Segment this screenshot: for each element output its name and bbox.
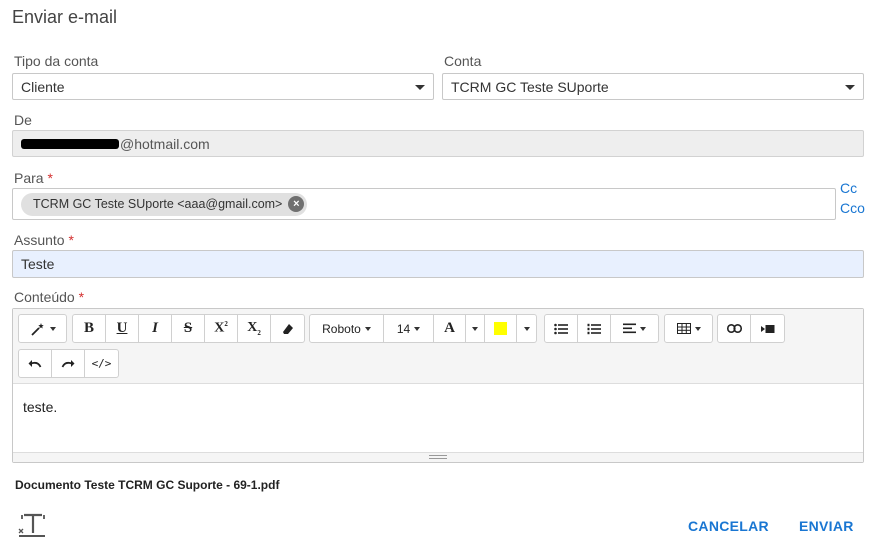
font-color-icon: A [444, 320, 455, 336]
editor-resize-handle[interactable] [13, 452, 863, 462]
recipient-chip-label: TCRM GC Teste SUporte <aaa@gmail.com> [33, 197, 283, 211]
paragraph-group [544, 314, 659, 343]
clear-format-icon[interactable] [18, 512, 46, 541]
attachment-filename[interactable]: Documento Teste TCRM GC Suporte - 69-1.p… [15, 478, 279, 492]
strikethrough-button[interactable]: S [172, 315, 205, 342]
grip-icon [429, 455, 447, 459]
table-group [664, 314, 713, 343]
font-group: Roboto 14 A [309, 314, 537, 343]
ordered-list-icon [587, 323, 601, 334]
account-label: Conta [444, 53, 482, 69]
chevron-down-icon [845, 85, 855, 90]
cc-link[interactable]: Cc [840, 180, 857, 196]
magic-icon [30, 322, 44, 336]
close-icon[interactable]: × [288, 196, 305, 212]
editor-toolbar: B U I S X2 X2 Roboto 14 A </> [13, 309, 863, 384]
bcc-link[interactable]: Cco [840, 200, 865, 216]
italic-icon: I [152, 320, 158, 336]
strikethrough-icon: S [183, 320, 193, 336]
redo-icon [61, 359, 75, 367]
superscript-button[interactable]: X2 [205, 315, 238, 342]
highlight-button[interactable] [485, 315, 517, 342]
table-dropdown[interactable] [665, 315, 712, 342]
clear-format-button[interactable] [271, 315, 304, 342]
subject-label: Assunto * [14, 232, 74, 248]
align-icon [623, 323, 636, 334]
from-value: @hotmail.com [120, 135, 210, 152]
account-select[interactable]: TCRM GC Teste SUporte [442, 73, 864, 100]
video-button[interactable] [751, 315, 784, 342]
video-icon [760, 324, 774, 333]
highlight-dropdown[interactable] [517, 315, 536, 342]
insert-group [717, 314, 785, 343]
rich-text-editor[interactable]: B U I S X2 X2 Roboto 14 A </> teste. [12, 308, 864, 463]
link-button[interactable] [718, 315, 751, 342]
history-group: </> [18, 349, 119, 378]
highlight-icon [494, 322, 507, 335]
unordered-list-icon [554, 323, 568, 334]
content-label: Conteúdo * [14, 289, 85, 305]
font-size-dropdown[interactable]: 14 [384, 315, 434, 342]
ordered-list-button[interactable] [578, 315, 611, 342]
unordered-list-button[interactable] [545, 315, 578, 342]
subject-input[interactable]: Teste [12, 250, 864, 278]
to-label: Para * [14, 170, 53, 186]
recipient-chip: TCRM GC Teste SUporte <aaa@gmail.com> × [21, 192, 308, 216]
send-button[interactable]: ENVIAR [799, 518, 854, 534]
subject-value: Teste [21, 256, 55, 272]
bold-button[interactable]: B [73, 315, 106, 342]
underline-button[interactable]: U [106, 315, 139, 342]
link-icon [726, 324, 742, 333]
account-value: TCRM GC Teste SUporte [451, 78, 609, 95]
subscript-button[interactable]: X2 [238, 315, 271, 342]
font-name-value: Roboto [322, 321, 361, 336]
underline-icon: U [116, 320, 128, 336]
font-size-value: 14 [396, 321, 411, 336]
code-view-button[interactable]: </> [85, 350, 118, 377]
redo-button[interactable] [52, 350, 85, 377]
align-dropdown[interactable] [611, 315, 658, 342]
undo-icon [28, 359, 42, 367]
to-input[interactable]: TCRM GC Teste SUporte <aaa@gmail.com> × [12, 188, 836, 220]
redacted-block [21, 138, 119, 149]
code-view-icon: </> [91, 357, 112, 370]
cancel-button[interactable]: CANCELAR [688, 518, 769, 534]
font-name-dropdown[interactable]: Roboto [310, 315, 384, 342]
account-type-label: Tipo da conta [14, 53, 99, 69]
from-field: @hotmail.com [12, 130, 864, 157]
dialog-title: Enviar e-mail [12, 7, 118, 27]
undo-button[interactable] [19, 350, 52, 377]
style-group [18, 314, 67, 343]
font-color-button[interactable]: A [434, 315, 466, 342]
account-type-select[interactable]: Cliente [12, 73, 434, 100]
editor-content[interactable]: teste. [23, 399, 57, 415]
superscript-icon: X2 [214, 320, 228, 336]
font-style-group: B U I S X2 X2 [72, 314, 305, 343]
italic-button[interactable]: I [139, 315, 172, 342]
font-color-dropdown[interactable] [466, 315, 485, 342]
eraser-icon [282, 323, 293, 334]
style-button[interactable] [19, 315, 66, 342]
bold-icon: B [83, 320, 94, 336]
chevron-down-icon [415, 85, 425, 90]
from-label: De [14, 112, 32, 128]
account-type-value: Cliente [21, 78, 65, 95]
subscript-icon: X2 [247, 320, 261, 337]
table-icon [676, 323, 691, 334]
